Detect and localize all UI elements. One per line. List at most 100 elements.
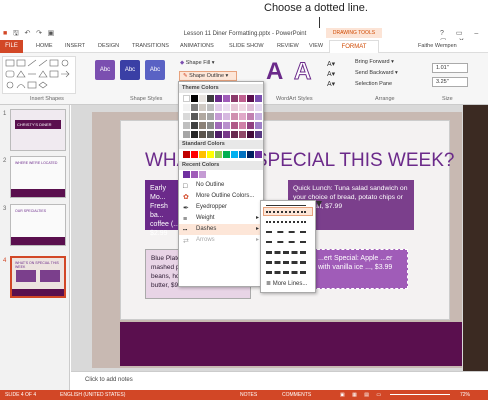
send-backward-button[interactable]: Send Backward ▾ — [355, 68, 398, 79]
thumb-number: 3 — [3, 206, 7, 212]
chevron-right-icon: ▸ — [255, 237, 259, 243]
shape-fill-button[interactable]: ◆ Shape Fill ▾ — [180, 60, 215, 66]
shapes-gallery[interactable] — [2, 56, 76, 94]
slide-footer-bar — [120, 322, 462, 366]
arrows-label: Arrows — [196, 237, 215, 243]
quick-access-toolbar: ■ 🖫 ↶ ↷ ▣ — [3, 29, 58, 40]
thumb-bar — [11, 189, 65, 197]
no-outline-item[interactable]: □ No Outline — [179, 180, 263, 191]
thumb-title: OUR SPECIALTIES — [15, 209, 47, 213]
round-dot-line — [266, 211, 306, 213]
weight-label: Weight — [196, 215, 215, 221]
tab-design[interactable]: DESIGN — [98, 43, 119, 49]
tab-animations[interactable]: ANIMATIONS — [180, 43, 214, 49]
more-lines-item[interactable]: ≣ More Lines... — [266, 280, 307, 287]
long-dash-dot-dot-option[interactable] — [266, 271, 306, 274]
tab-format[interactable]: FORMAT — [329, 40, 379, 53]
group-insert-shapes: Insert Shapes — [30, 96, 64, 102]
no-outline-label: No Outline — [196, 182, 225, 188]
status-bar: SLIDE 4 OF 4 ENGLISH (UNITED STATES) NOT… — [0, 390, 488, 400]
shape-icons[interactable] — [3, 57, 75, 93]
recent-color-swatches[interactable] — [183, 171, 206, 178]
paint-bucket-icon: ◆ — [180, 60, 185, 66]
tab-review[interactable]: REVIEW — [277, 43, 299, 49]
group-wordart-styles: WordArt Styles — [276, 96, 313, 102]
dash-option[interactable] — [266, 231, 306, 233]
standard-color-swatches[interactable] — [183, 151, 262, 158]
callout-text: Choose a dotted line. — [264, 2, 368, 14]
redo-icon[interactable]: ↷ — [36, 29, 42, 37]
tab-insert[interactable]: INSERT — [65, 43, 85, 49]
annotation-area — [0, 0, 488, 28]
chevron-right-icon: ▸ — [255, 226, 259, 232]
thumb-number: 1 — [3, 111, 7, 117]
group-arrange: Arrange — [375, 96, 395, 102]
shape-height-input[interactable]: 1.01" — [432, 63, 468, 73]
shape-style-3[interactable]: Abc — [145, 60, 165, 80]
slide-thumbnail-2[interactable]: WHERE WE'RE LOCATED — [10, 156, 66, 198]
long-dash-option[interactable] — [266, 251, 306, 254]
undo-icon[interactable]: ↶ — [25, 29, 31, 37]
thumb-title: WHERE WE'RE LOCATED — [15, 161, 58, 165]
shape-width-input[interactable]: 3.25" — [432, 77, 468, 87]
chevron-right-icon: ▸ — [255, 215, 259, 221]
save-icon[interactable]: 🖫 — [13, 29, 19, 40]
pencil-icon: ✎ — [183, 73, 188, 79]
theme-color-swatches[interactable] — [183, 95, 262, 102]
language-status[interactable]: ENGLISH (UNITED STATES) — [60, 390, 125, 400]
more-lines-label: More Lines... — [272, 281, 308, 287]
long-dash-dot-option[interactable] — [266, 261, 306, 264]
canvas-background-photo — [463, 105, 488, 371]
arrange-group: Bring Forward ▾ Send Backward ▾ Selectio… — [355, 57, 398, 90]
selection-pane-button[interactable]: Selection Pane — [355, 79, 398, 90]
solid-line-option[interactable] — [266, 205, 306, 206]
notes-pane[interactable]: Click to add notes — [71, 371, 488, 390]
user-name[interactable]: Faithe Wempen — [418, 43, 457, 49]
shape-fill-label: Shape Fill ▾ — [185, 60, 215, 66]
dash-dot-option[interactable] — [266, 241, 306, 243]
tab-home[interactable]: HOME — [36, 43, 53, 49]
shape-outline-dropdown: Theme Colors Standard Colors Recent Colo… — [178, 81, 264, 287]
wordart-style-1[interactable]: A — [266, 58, 283, 86]
shape-outline-button[interactable]: ✎ Shape Outline ▾ — [179, 71, 237, 81]
shape-style-2[interactable]: Abc — [120, 60, 140, 80]
thumb-box — [40, 270, 60, 282]
tab-file[interactable]: FILE — [0, 40, 23, 53]
thumb-bar — [12, 289, 64, 296]
arrows-item: ⇄ Arrows ▸ — [179, 235, 263, 246]
notes-toggle[interactable]: NOTES — [240, 390, 257, 400]
slide-thumbnail-1[interactable]: CHRISTY'S DINER — [10, 109, 66, 151]
dashes-item[interactable]: ┅ Dashes ▸ — [179, 224, 263, 235]
slide-thumbnail-3[interactable]: OUR SPECIALTIES — [10, 204, 66, 246]
wordart-style-2[interactable]: A — [293, 58, 311, 86]
thumb-number: 2 — [3, 158, 7, 164]
slide-thumbnail-pane: 1 CHRISTY'S DINER 2 WHERE WE'RE LOCATED … — [0, 105, 70, 390]
theme-color-tints[interactable] — [183, 104, 262, 138]
shape-outline-label: Shape Outline ▾ — [189, 73, 229, 79]
square-dot-option[interactable] — [266, 221, 306, 223]
start-presentation-icon[interactable]: ▣ — [48, 29, 55, 37]
zoom-slider[interactable] — [390, 394, 450, 395]
dashes-label: Dashes — [196, 226, 217, 232]
ribbon-tabs: HOME INSERT DESIGN TRANSITIONS ANIMATION… — [0, 40, 488, 53]
shape-style-1[interactable]: Abc — [95, 60, 115, 80]
tab-transitions[interactable]: TRANSITIONS — [132, 43, 169, 49]
text-box-dessert-special[interactable]: ...ert Special: Apple ...er with vanilla… — [312, 249, 408, 289]
comments-toggle[interactable]: COMMENTS — [282, 390, 311, 400]
text-fill-icons[interactable]: A▾ A▾ A▾ — [327, 60, 335, 90]
arrows-icon: ⇄ — [183, 238, 189, 245]
thumb-bar — [11, 237, 65, 245]
thumb-box — [16, 270, 36, 282]
tab-view[interactable]: VIEW — [309, 43, 323, 49]
zoom-level[interactable]: 72% — [460, 390, 470, 400]
slide-thumbnail-4[interactable]: WHAT'S ON SPECIAL THIS WEEK — [10, 256, 66, 298]
weight-item[interactable]: ≡ Weight ▸ — [179, 213, 263, 224]
view-buttons[interactable]: ▣ ▦ ▤ ▭ — [340, 390, 384, 400]
more-outline-colors-item[interactable]: ✿ More Outline Colors... — [179, 191, 263, 202]
eyedropper-item[interactable]: ✒ Eyedropper — [179, 202, 263, 213]
window-title: Lesson 11 Diner Formatting.pptx - PowerP… — [183, 31, 307, 37]
tab-slide-show[interactable]: SLIDE SHOW — [229, 43, 264, 49]
slide-counter: SLIDE 4 OF 4 — [5, 392, 37, 398]
bring-forward-button[interactable]: Bring Forward ▾ — [355, 57, 398, 68]
dashes-submenu: ≣ More Lines... — [260, 200, 316, 293]
